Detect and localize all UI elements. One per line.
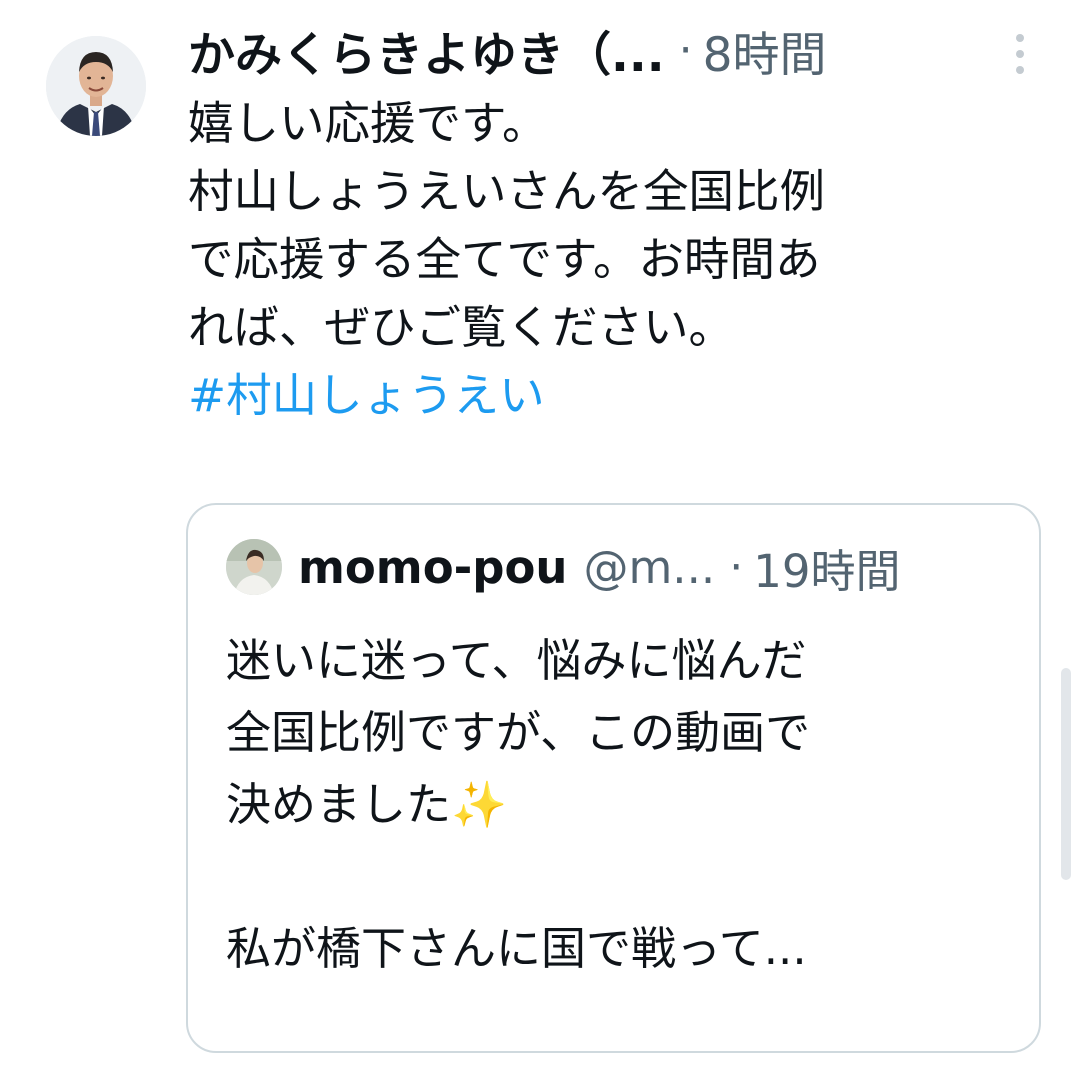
separator-dot: ·	[678, 24, 693, 76]
quoted-tweet-text: 迷いに迷って、悩みに悩んだ 全国比例ですが、この動画で 決めました✨ 私が橋下さ…	[226, 625, 1026, 985]
tweet-text-line: れば、ぜひご覧ください。	[188, 301, 735, 354]
quoted-text-line: 全国比例ですが、この動画で	[226, 706, 811, 759]
tweet-text-line: 村山しょうえいさんを全国比例	[188, 165, 826, 218]
tweet-timestamp[interactable]: 8時間	[703, 16, 827, 85]
quoted-text-line: 迷いに迷って、悩みに悩んだ	[226, 634, 807, 687]
tweet-text-line: 嬉しい応援です。	[188, 97, 548, 150]
quoted-author-name[interactable]: momo-pou	[298, 541, 567, 594]
more-vertical-icon[interactable]	[1006, 34, 1034, 74]
quoted-text-line: 私が橋下さんに国で戦って...	[226, 922, 807, 975]
quoted-text-line: 決めました✨	[226, 769, 1026, 841]
tweet[interactable]: かみくらきよゆき（... · 8時間 嬉しい応援です。 村山しょうえいさんを全国…	[0, 0, 1079, 1066]
quoted-author-handle[interactable]: @m...	[583, 541, 715, 594]
quoted-tweet-header: momo-pou @m... · 19時間	[298, 535, 900, 599]
hashtag-link[interactable]: #村山しょうえい	[188, 369, 545, 422]
quoted-text-segment: 決めました	[226, 778, 452, 831]
tweet-text: 嬉しい応援です。 村山しょうえいさんを全国比例 で応援する全てです。お時間あ れ…	[188, 90, 1048, 430]
scrollbar-thumb[interactable]	[1061, 668, 1071, 880]
quoted-author-avatar[interactable]	[226, 539, 282, 595]
tweet-text-line: で応援する全てです。お時間あ	[188, 233, 821, 286]
author-name[interactable]: かみくらきよゆき（...	[188, 16, 665, 85]
quoted-tweet-timestamp[interactable]: 19時間	[753, 535, 900, 600]
tweet-header: かみくらきよゆき（... · 8時間	[188, 16, 827, 85]
author-avatar[interactable]	[46, 36, 146, 136]
quoted-text-line	[226, 841, 1026, 913]
quoted-tweet[interactable]: momo-pou @m... · 19時間 迷いに迷って、悩みに悩んだ 全国比例…	[186, 503, 1041, 1053]
separator-dot: ·	[729, 541, 744, 593]
sparkles-emoji: ✨	[451, 778, 508, 831]
